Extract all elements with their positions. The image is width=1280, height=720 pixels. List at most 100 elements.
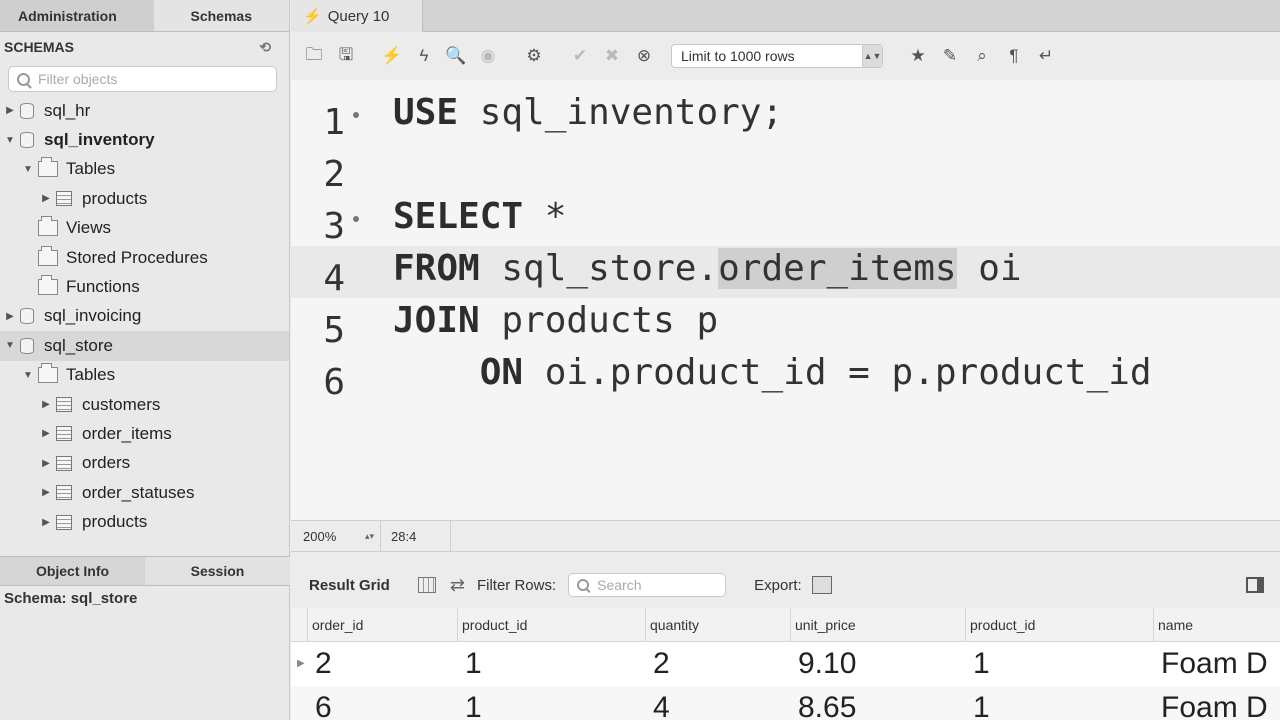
limit-rows-select[interactable]: Limit to 1000 rows ▲▼ [671,44,883,68]
column-header[interactable]: order_id [307,608,363,641]
table-cell[interactable]: 8.65 [798,686,856,720]
add-snippet-icon[interactable]: ★ [907,45,929,67]
table-cell[interactable]: 9.10 [798,642,856,686]
code-line[interactable]: 6 ON oi.product_id = p.product_id [291,350,1280,403]
tree-item-order-statuses[interactable]: ▶ order_statuses [0,478,289,507]
chevron-right-icon[interactable]: ▶ [40,487,52,499]
zoom-control[interactable]: 200% ▴▾ [291,521,381,551]
column-header[interactable]: product_id [457,608,527,641]
line-number: 3 [323,206,345,247]
tree-item-sql-hr[interactable]: ▶ sql_hr [0,96,289,125]
schemas-header: SCHEMAS ⟲ [0,32,289,62]
code-line[interactable]: 3 SELECT * [291,194,1280,247]
chevron-down-icon[interactable]: ▼ [22,163,34,175]
filter-objects-input[interactable]: Filter objects [8,66,277,92]
open-file-icon[interactable]: 🗀 [303,45,325,67]
tab-query-10[interactable]: ⚡ Query 10 [291,0,423,32]
table-cell[interactable]: 6 [315,686,332,720]
sql-text: products p [479,300,719,341]
tree-item-products[interactable]: ▶ products [0,507,289,536]
code-line[interactable]: 1 USE sql_inventory; [291,90,1280,143]
tab-administration[interactable]: Administration [0,0,154,31]
chevron-right-icon[interactable]: ▶ [40,457,52,469]
toggle-autocommit-icon[interactable]: ⚙ [523,45,545,67]
line-number: 2 [323,154,345,195]
chevron-right-icon[interactable]: ▶ [40,399,52,411]
stop-on-error-icon[interactable]: ⊗ [633,45,655,67]
tab-session[interactable]: Session [145,557,290,585]
tree-item-sql-inventory[interactable]: ▼ sql_inventory [0,125,289,154]
code-text: SELECT * [393,196,566,237]
chevron-down-icon[interactable]: ▼ [22,369,34,381]
folder-icon [38,275,58,296]
search-icon [577,579,590,591]
chevron-right-icon[interactable]: ▶ [40,193,52,205]
code-line[interactable]: 2 [291,142,1280,195]
chevron-down-icon[interactable]: ▼ [4,340,16,352]
wrap-lines-icon[interactable]: ↵ [1035,45,1057,67]
table-cell[interactable]: 1 [973,642,990,686]
column-header[interactable]: product_id [965,608,1035,641]
chevron-right-icon[interactable]: ▶ [40,428,52,440]
tree-item-views[interactable]: Views [0,214,289,243]
line-number: 6 [323,362,345,403]
table-cell[interactable]: 1 [973,686,990,720]
invisible-chars-icon[interactable]: ¶ [1003,45,1025,67]
tree-item-products[interactable]: ▶ products [0,184,289,213]
tree-item-label: products [82,512,148,532]
tree-item-sql-invoicing[interactable]: ▶ sql_invoicing [0,302,289,331]
tree-item-functions[interactable]: Functions [0,272,289,301]
table-cell[interactable]: 1 [465,642,482,686]
execute-icon[interactable]: ⚡ [381,45,403,67]
filter-rows-search[interactable]: Search [568,573,727,597]
table-row[interactable]: ▶ 2 1 2 9.10 1 Foam D [291,642,1280,686]
table-cell[interactable]: Foam D [1161,686,1268,720]
editor-status-bar: 200% ▴▾ 28:4 [291,520,1280,552]
find-icon[interactable]: ⌕ [971,45,993,67]
toggle-panel-icon[interactable] [1246,577,1264,593]
tree-item-tables[interactable]: ▼ Tables [0,155,289,184]
rollback-icon[interactable]: ✖ [601,45,623,67]
save-icon[interactable]: 🖫 [335,45,357,67]
tree-item-tables[interactable]: ▼ Tables [0,361,289,390]
tree-item-label: products [82,188,148,208]
code-line[interactable]: 5 JOIN products p [291,298,1280,351]
table-cell[interactable]: 2 [653,642,670,686]
grid-icon[interactable] [417,577,436,593]
chevron-down-icon[interactable]: ▼ [4,134,16,146]
column-header[interactable]: quantity [645,608,699,641]
tree-item-order-items[interactable]: ▶ order_items [0,419,289,448]
table-cell[interactable]: Foam D [1161,642,1268,686]
chevron-right-icon[interactable]: ▶ [4,310,16,322]
export-icon[interactable] [811,576,832,594]
execute-current-icon[interactable]: ϟ [413,45,435,67]
column-header[interactable]: unit_price [790,608,856,641]
tree-item-stored-procedures[interactable]: Stored Procedures [0,243,289,272]
refresh-icon[interactable]: ⇄ [450,575,465,596]
chevron-right-icon[interactable]: ▶ [40,516,52,528]
editor-toolbar: 🗀 🖫 ⚡ ϟ 🔍 ◉ ⚙ ✔ ✖ ⊗ Limit to 1000 rows ▲… [291,33,1280,79]
info-tabs: Object Info Session [0,556,290,586]
table-cell[interactable]: 1 [465,686,482,720]
stop-icon[interactable]: ◉ [477,45,499,67]
explain-icon[interactable]: 🔍 [445,45,467,67]
tab-schemas[interactable]: Schemas [153,0,289,31]
tab-object-info[interactable]: Object Info [0,557,145,585]
sql-editor[interactable]: 1 USE sql_inventory; 2 3 SELECT * 4 FROM sql_s… [291,80,1280,520]
line-number: 4 [323,258,345,299]
column-header[interactable]: name [1153,608,1193,641]
commit-icon[interactable]: ✔ [569,45,591,67]
table-row[interactable]: 6 1 4 8.65 1 Foam D [291,686,1280,720]
database-icon [20,308,34,325]
refresh-schemas-icon[interactable]: ⟲ [259,39,271,56]
code-line[interactable]: 4 FROM sql_store.order_items oi [291,246,1280,299]
tree-item-orders[interactable]: ▶ orders [0,449,289,478]
tree-item-customers[interactable]: ▶ customers [0,390,289,419]
beautify-icon[interactable]: ✎ [939,45,961,67]
table-cell[interactable]: 2 [315,642,332,686]
tree-item-sql-store[interactable]: ▼ sql_store [0,331,289,361]
result-grid-label[interactable]: Result Grid [309,577,390,594]
table-cell[interactable]: 4 [653,686,670,720]
chevron-right-icon[interactable]: ▶ [4,105,16,117]
